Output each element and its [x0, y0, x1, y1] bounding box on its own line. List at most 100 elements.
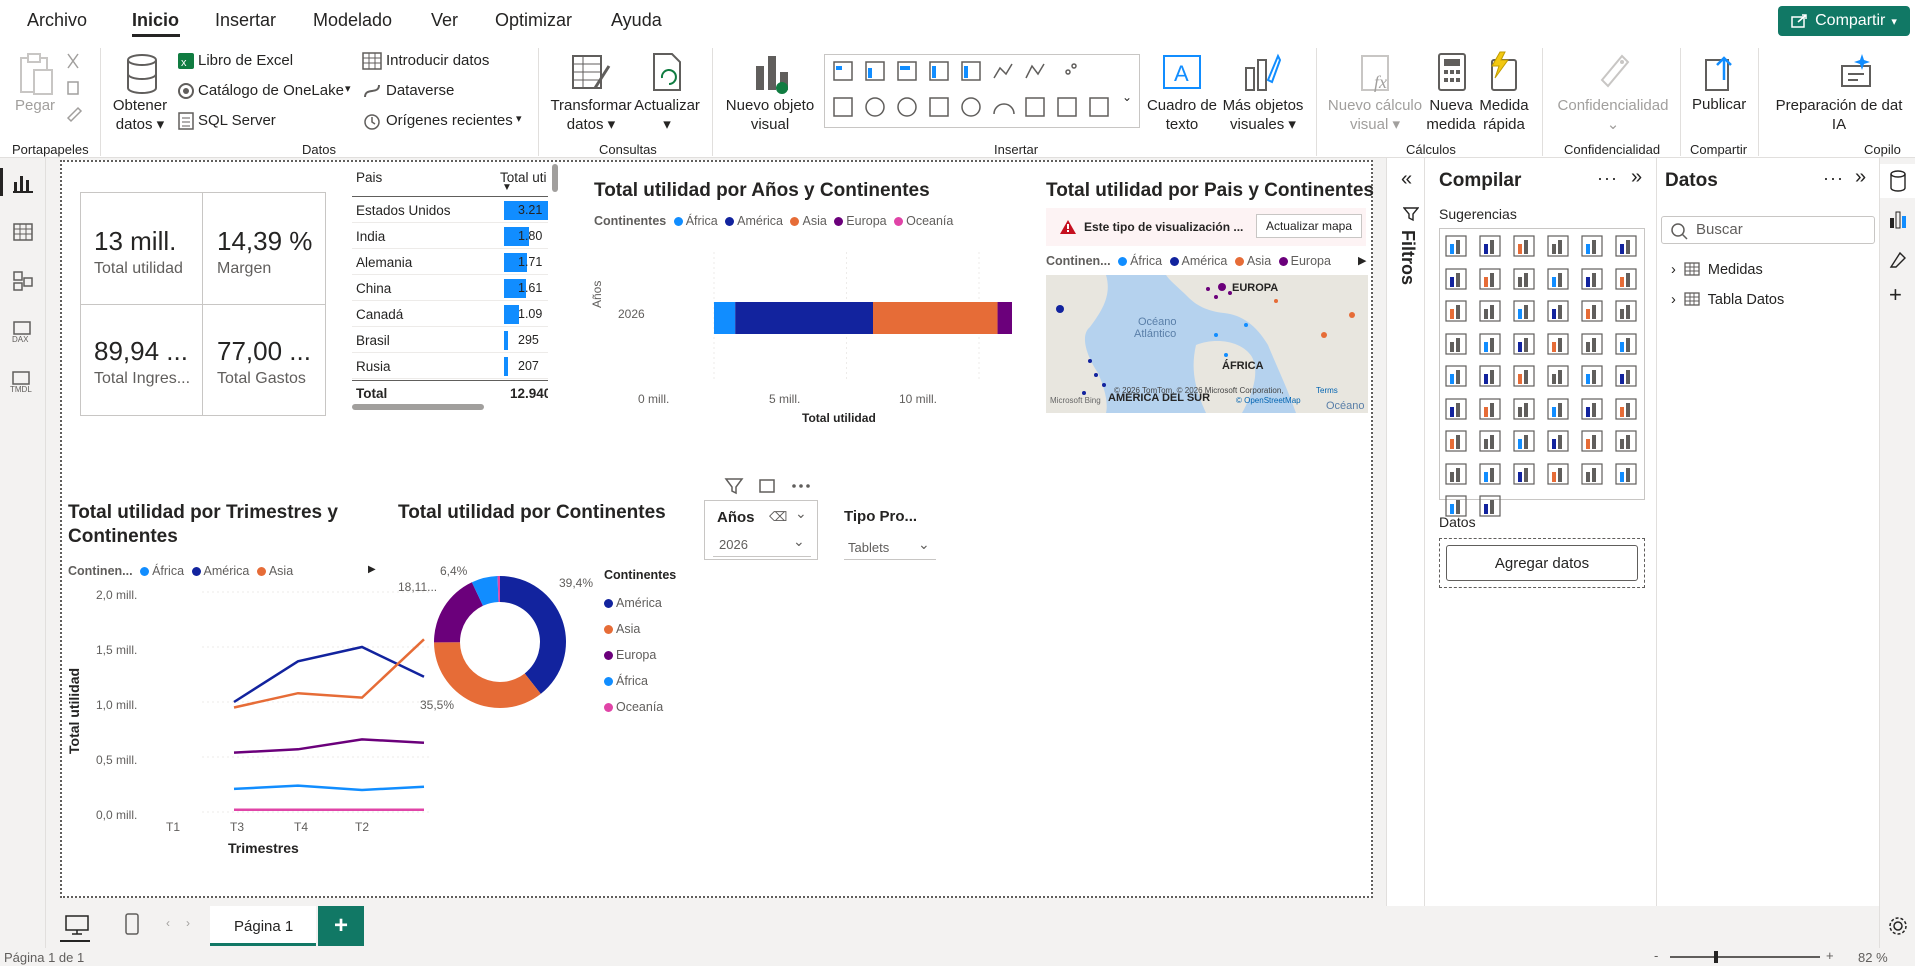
bar-segment-europa[interactable] [997, 302, 1012, 334]
menu-inicio[interactable]: Inicio [132, 10, 179, 31]
visual-type-icon[interactable] [1512, 332, 1536, 356]
visual-type-icon[interactable] [1580, 299, 1604, 323]
publish-button[interactable]: Publicar [1692, 96, 1746, 113]
visual-type-icon[interactable] [1580, 234, 1604, 258]
bar-chart-plot[interactable] [652, 242, 1012, 412]
table-row[interactable]: Alemania 1.71 [352, 250, 548, 275]
get-data-button[interactable]: Obtener datos ▾ [110, 96, 170, 134]
visual-type-icon[interactable] [1512, 299, 1536, 323]
collapse-pane-icon[interactable]: » [1855, 166, 1866, 189]
table-header-pais[interactable]: Pais [356, 170, 382, 185]
visual-type-icon[interactable] [1512, 364, 1536, 388]
add-data-button[interactable]: Agregar datos [1446, 545, 1638, 581]
collapse-pane-icon[interactable]: » [1631, 166, 1642, 189]
bar-segment-asia[interactable] [873, 302, 998, 334]
visual-type-icon[interactable] [1614, 234, 1638, 258]
visual-type-icon[interactable] [1478, 299, 1502, 323]
map-terms-link[interactable]: Terms [1316, 386, 1338, 395]
slicer-tipo-dropdown[interactable]: Tablets ⌄ [844, 536, 936, 560]
line-series-asia[interactable] [233, 638, 425, 709]
more-visuals-button[interactable]: Más objetos visuales ▾ [1220, 96, 1306, 134]
bar-segment-áfrica[interactable] [714, 302, 736, 334]
table-row[interactable]: Rusia 207 [352, 354, 548, 379]
data-item-tabla-datos[interactable]: › Tabla Datos [1671, 292, 1784, 308]
visual-type-icon[interactable] [1546, 364, 1570, 388]
visual-type-icon[interactable] [1478, 397, 1502, 421]
quick-measure-button[interactable]: Medida rápida [1478, 96, 1530, 134]
visual-type-icon[interactable] [1444, 429, 1468, 453]
sensitivity-button[interactable]: Confidencialidad ⌄ [1550, 96, 1676, 134]
line-series-áfrica[interactable] [233, 784, 425, 792]
model-view-icon[interactable] [12, 270, 34, 292]
transform-data-button[interactable]: Transformar datos ▾ [550, 96, 632, 134]
report-view-icon[interactable] [12, 172, 34, 194]
zoom-in-button[interactable]: + [1826, 948, 1834, 963]
format-pane-icon[interactable] [1888, 250, 1908, 270]
visual-type-icon[interactable] [1614, 364, 1638, 388]
visual-type-icon[interactable] [1580, 462, 1604, 486]
chevron-down-icon[interactable]: ⌄ [795, 505, 807, 522]
visual-type-icon[interactable] [1478, 364, 1502, 388]
visual-type-icon[interactable] [1580, 267, 1604, 291]
table-view-icon[interactable] [12, 221, 34, 243]
visual-type-icon[interactable] [1444, 462, 1468, 486]
new-visual-button[interactable]: Nuevo objeto visual [722, 96, 818, 134]
slicer-years[interactable]: Años ⌫ ⌄ 2026 ⌄ [704, 500, 818, 560]
page-next-icon[interactable]: › [186, 916, 190, 930]
visual-type-icon[interactable] [1444, 364, 1468, 388]
zoom-slider[interactable] [1670, 956, 1820, 958]
visual-type-icon[interactable] [1444, 494, 1468, 518]
visual-type-icon[interactable] [1444, 299, 1468, 323]
filter-icon[interactable] [724, 478, 744, 495]
zoom-level[interactable]: 82 % [1858, 950, 1888, 965]
visual-type-icon[interactable] [1512, 267, 1536, 291]
refresh-button[interactable]: Actualizar ▾ [632, 96, 702, 134]
excel-button[interactable]: Libro de Excel [198, 52, 293, 69]
more-options-icon[interactable] [792, 484, 810, 488]
menu-ayuda[interactable]: Ayuda [611, 10, 662, 31]
table-row[interactable]: Estados Unidos 3.21 [352, 198, 548, 223]
visual-type-icon[interactable] [1614, 299, 1638, 323]
data-item-medidas[interactable]: › Medidas [1671, 262, 1763, 278]
menu-ver[interactable]: Ver [431, 10, 458, 31]
page-tab-1[interactable]: Página 1 [210, 906, 316, 946]
donut-slice-américa[interactable] [500, 576, 566, 694]
new-visual-calc-button[interactable]: Nuevo cálculo visual ▾ [1322, 96, 1428, 134]
menu-modelado[interactable]: Modelado [313, 10, 392, 31]
map-osm-link[interactable]: © OpenStreetMap [1236, 396, 1301, 405]
data-search-box[interactable]: Buscar [1661, 216, 1875, 244]
legend-next-arrow[interactable]: ▶ [1358, 254, 1366, 267]
visual-type-icon[interactable] [1546, 299, 1570, 323]
eraser-icon[interactable]: ⌫ [769, 509, 787, 525]
visual-type-icon[interactable] [1580, 397, 1604, 421]
build-pane-icon[interactable] [1888, 210, 1908, 230]
recent-sources-button[interactable]: Orígenes recientes [386, 112, 513, 129]
zoom-out-button[interactable]: - [1654, 948, 1658, 963]
mobile-view-icon[interactable] [124, 912, 140, 936]
visual-type-icon[interactable] [1614, 267, 1638, 291]
visual-type-icon[interactable] [1478, 234, 1502, 258]
zoom-slider-thumb[interactable] [1714, 951, 1718, 963]
visual-type-icon[interactable] [1512, 234, 1536, 258]
country-table[interactable]: Pais Total uti ▼ Estados Unidos 3.21 India… [352, 162, 548, 412]
visual-type-icon[interactable] [1546, 234, 1570, 258]
update-map-button[interactable]: Actualizar mapa [1256, 214, 1362, 238]
menu-optimizar[interactable]: Optimizar [495, 10, 572, 31]
chevron-down-icon[interactable]: ⌄ [1122, 90, 1132, 104]
visual-type-icon[interactable] [1546, 429, 1570, 453]
visual-type-icon[interactable] [1444, 397, 1468, 421]
visual-type-icon[interactable] [1546, 332, 1570, 356]
menu-insertar[interactable]: Insertar [215, 10, 276, 31]
ai-prep-button[interactable]: Preparación de dat IA [1766, 96, 1912, 134]
visual-type-icon[interactable] [1478, 429, 1502, 453]
expand-filters-icon[interactable]: « [1401, 168, 1412, 191]
table-vscrollbar[interactable] [552, 164, 558, 192]
menu-archivo[interactable]: Archivo [27, 10, 87, 31]
focus-mode-icon[interactable] [759, 479, 775, 493]
desktop-view-icon[interactable] [64, 914, 90, 936]
line-series-américa[interactable] [233, 645, 425, 704]
visual-type-icon[interactable] [1478, 332, 1502, 356]
visual-type-icon[interactable] [1614, 397, 1638, 421]
visual-type-icon[interactable] [1546, 397, 1570, 421]
report-canvas[interactable]: 13 mill. Total utilidad 14,39 % Margen 8… [60, 160, 1374, 898]
